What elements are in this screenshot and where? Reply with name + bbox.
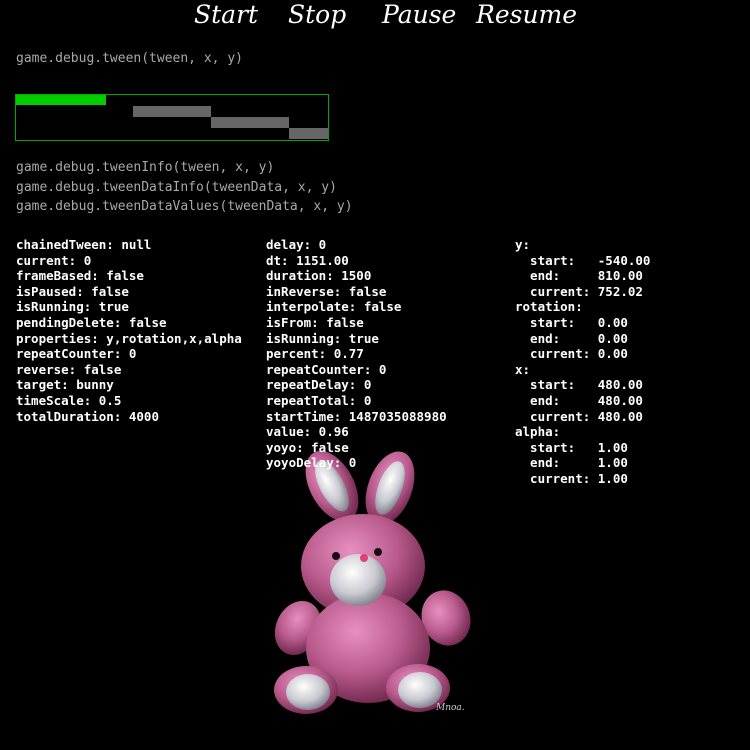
code-caption-tween-data-values: game.debug.tweenDataValues(tweenData, x,… [16,199,353,214]
tween-info-line: pendingDelete: false [16,314,167,330]
tween-data-value-line: start: -540.00 [515,252,651,268]
tween-data-value-line: end: 810.00 [515,268,643,284]
tween-data-info-line: duration: 1500 [266,268,372,284]
tween-data-info-line: delay: 0 [266,237,327,252]
tween-data-info-line: dt: 1151.00 [266,252,349,268]
artist-signature: Mnoa. [435,703,465,713]
tween-info-line: properties: y,rotation,x,alpha [16,330,242,346]
game-canvas[interactable]: Start Stop Pause Resume game.debug.tween… [0,0,750,750]
tween-info-line: target: bunny [16,377,114,393]
bunny-sprite: Mnoa. [274,450,471,714]
tween-data-value-line: end: 480.00 [515,392,643,408]
tween-info-line: frameBased: false [16,268,144,284]
tween-info-line: repeatCounter: 0 [16,346,137,362]
start-button[interactable]: Start [194,0,258,30]
tween-data-value-line: current: 1.00 [515,470,628,486]
tween-data-info-line: value: 0.96 [266,424,349,440]
code-caption-tween-info: game.debug.tweenInfo(tween, x, y) [16,160,275,175]
tween-data-info-line: yoyoDelay: 0 [266,455,357,471]
tween-info-line: isPaused: false [16,283,129,299]
tween-data-info-line: percent: 0.77 [266,346,364,362]
tween-data-value-line: alpha: [515,424,561,440]
tween-progress-bar [16,95,106,105]
tween-data-info-line: isRunning: true [266,330,379,346]
tween-data-value-line: current: 752.02 [515,283,643,299]
tween-data-value-line: end: 1.00 [515,455,628,471]
tween-data-info-line: repeatTotal: 0 [266,392,372,408]
tween-data-value-line: end: 0.00 [515,330,628,346]
tween-data-value-line: start: 1.00 [515,439,628,455]
tween-data-info-panel: delay: 0 dt: 1151.00 duration: 1500 inRever… [266,237,447,471]
chained-tween-segment [289,128,328,139]
tween-data-value-line: start: 480.00 [515,377,643,393]
tween-data-info-line: repeatCounter: 0 [266,361,387,377]
tween-info-line: isRunning: true [16,299,129,315]
tween-data-value-line: rotation: [515,299,583,315]
tween-data-info-line: inReverse: false [266,283,387,299]
tween-info-line: current: 0 [16,252,92,268]
pause-button[interactable]: Pause [382,0,456,30]
tween-data-value-line: y: [515,237,531,252]
tween-data-value-line: x: [515,361,531,377]
tween-data-value-line: current: 0.00 [515,346,628,362]
tween-data-info-line: isFrom: false [266,314,364,330]
tween-info-line: timeScale: 0.5 [16,392,122,408]
resume-button[interactable]: Resume [476,0,577,30]
tween-debug-graph [15,94,329,141]
tween-data-info-line: interpolate: false [266,299,402,315]
tween-data-value-line: start: 0.00 [515,314,628,330]
tween-data-value-line: current: 480.00 [515,408,643,424]
tween-info-line: totalDuration: 4000 [16,408,159,424]
tween-data-info-line: startTime: 1487035088980 [266,408,447,424]
chained-tween-segment [211,117,289,128]
code-caption-tween: game.debug.tween(tween, x, y) [16,51,243,66]
tween-data-info-line: yoyo: false [266,439,349,455]
tween-info-panel: chainedTween: null current: 0 frameBased: … [16,237,242,424]
chained-tween-segment [133,106,211,117]
tween-data-values-panel: y: start: -540.00 end: 810.00 current: 7… [515,237,650,487]
tween-info-line: chainedTween: null [16,237,152,252]
stop-button[interactable]: Stop [288,0,346,30]
tween-data-info-line: repeatDelay: 0 [266,377,372,393]
code-caption-tween-data-info: game.debug.tweenDataInfo(tweenData, x, y… [16,180,337,195]
tween-info-line: reverse: false [16,361,122,377]
